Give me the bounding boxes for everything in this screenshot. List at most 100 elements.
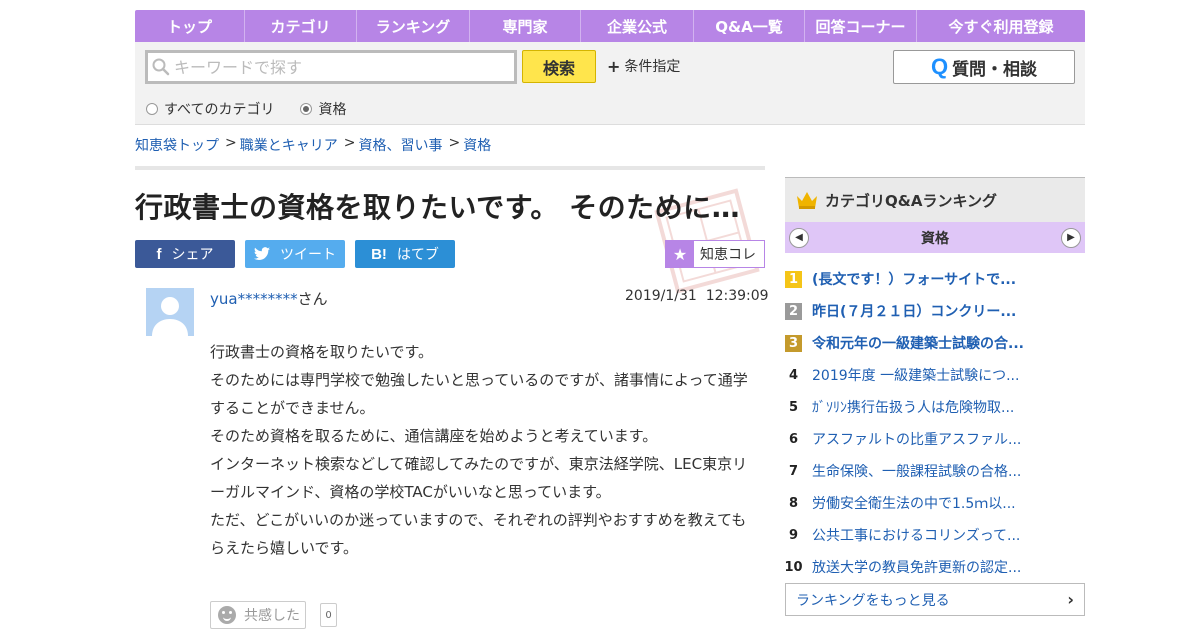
twitter-share-button[interactable]: ツイート	[245, 240, 345, 268]
question-body-line: 行政書士の資格を取りたいです。	[210, 343, 434, 361]
ranking-item[interactable]: 6 アスファルトの比重アスファル...	[785, 423, 1085, 455]
empathy-button[interactable]: 共感した	[210, 601, 306, 629]
rank-number: 9	[788, 527, 799, 543]
crown-icon	[797, 192, 817, 209]
more-ranking-link[interactable]: ランキングをもっと見る ›	[785, 583, 1085, 616]
chiekore-button[interactable]: ★ 知恵コレ	[665, 240, 765, 268]
nav-item-experts[interactable]: 専門家	[470, 10, 581, 42]
author-name-link[interactable]: yua********	[210, 290, 298, 308]
ranking-list: 1 (長文です！）フォーサイトで... 2 昨日(７月２１日）コンクリー... 3令…	[784, 263, 1085, 583]
ask-question-label: 質問・相談	[952, 59, 1038, 80]
radio-all-categories[interactable]: すべてのカテゴリ	[146, 99, 274, 119]
question-body: 行政書士の資格を取りたいです。 そのためには専門学校で勉強したいと思っているので…	[210, 338, 755, 562]
nav-item-register[interactable]: 今すぐ利用登録	[917, 10, 1085, 42]
question-date: 2019/1/31	[625, 288, 697, 304]
breadcrumb-item-qualification[interactable]: 資格	[463, 135, 491, 155]
empathy-count: 0	[320, 603, 337, 627]
rank-number: 4	[788, 367, 799, 383]
ranking-item-link[interactable]: アスファルトの比重アスファル...	[812, 429, 1021, 449]
ranking-item-link[interactable]: 2019年度 一級建築士試験につ...	[812, 365, 1019, 385]
facebook-icon: f	[156, 245, 162, 263]
twitter-share-label: ツイート	[280, 247, 336, 263]
ranking-item[interactable]: 4 2019年度 一級建築士試験につ...	[785, 359, 1085, 391]
breadcrumb: 知恵袋トップ > 職業とキャリア > 資格、習い事 > 資格	[135, 135, 491, 155]
twitter-bird-icon	[254, 247, 270, 261]
share-buttons: f シェア ツイート B! はてブ	[135, 240, 465, 268]
ranking-item[interactable]: 5 ｶﾞｿﾘﾝ携行缶扱う人は危険物取...	[785, 391, 1085, 423]
search-field-wrapper	[145, 50, 517, 84]
chiekore-label: 知恵コレ	[700, 247, 756, 263]
global-nav: トップ カテゴリ ランキング 専門家 企業公式 Q&A一覧 回答コーナー 今すぐ…	[135, 10, 1085, 42]
nav-item-category[interactable]: カテゴリ	[245, 10, 357, 42]
chevron-right-icon: ▶	[1067, 232, 1075, 243]
radio-checked-icon	[300, 103, 313, 115]
condition-label: 条件指定	[624, 59, 681, 75]
facebook-share-label: シェア	[171, 247, 214, 263]
ranking-item[interactable]: 1 (長文です！）フォーサイトで...	[785, 263, 1085, 295]
search-button[interactable]: 検索	[522, 50, 596, 83]
ask-question-button[interactable]: Q 質問・相談	[893, 50, 1075, 84]
ranking-item-link[interactable]: 昨日(７月２１日）コンクリー...	[812, 301, 1016, 321]
ranking-category-bar: ◀ 資格 ▶	[785, 222, 1085, 253]
question-title: 行政書士の資格を取りたいです。 そのために…	[135, 191, 741, 224]
ranking-item-link[interactable]: 生命保険、一般課程試験の合格...	[812, 461, 1021, 481]
nav-item-official[interactable]: 企業公式	[581, 10, 694, 42]
section-divider	[135, 166, 765, 170]
ranking-heading: カテゴリQ&Aランキング	[785, 177, 1085, 222]
ranking-item-link[interactable]: 労働安全衛生法の中で1.5ｍ以...	[812, 493, 1016, 513]
hatena-share-label: はてブ	[396, 247, 439, 263]
rank-number: 7	[788, 463, 799, 479]
breadcrumb-separator-icon: >	[225, 135, 237, 151]
q-logo-icon: Q	[930, 54, 949, 79]
chevron-left-icon: ◀	[795, 232, 803, 243]
breadcrumb-separator-icon: >	[343, 135, 356, 151]
more-ranking-label: ランキングをもっと見る	[796, 592, 950, 609]
next-category-button[interactable]: ▶	[1061, 227, 1081, 248]
default-user-avatar-icon	[146, 288, 194, 336]
ranking-item-link[interactable]: ｶﾞｿﾘﾝ携行缶扱う人は危険物取...	[812, 397, 1014, 417]
ranking-item-link[interactable]: 令和元年の一級建築士試験の合...	[812, 333, 1024, 353]
nav-item-ranking[interactable]: ランキング	[357, 10, 470, 42]
question-timestamp: 2019/1/31 12:39:09	[625, 288, 769, 304]
chevron-right-icon: ›	[1067, 590, 1074, 609]
nav-item-qa-list[interactable]: Q&A一覧	[694, 10, 805, 42]
question-body-line: そのため資格を取るために、通信講座を始めようと考えています。	[210, 427, 658, 445]
ranking-item-link[interactable]: (長文です！）フォーサイトで...	[812, 269, 1016, 289]
breadcrumb-item-career[interactable]: 職業とキャリア	[240, 135, 338, 155]
question-body-line: インターネット検索などして確認してみたのですが、東京法経学院、LEC東京リーガル…	[210, 455, 748, 501]
rank-number: 8	[788, 495, 799, 511]
search-bar: 検索 + 条件指定 Q 質問・相談 すべてのカテゴリ 資格	[135, 42, 1085, 125]
condition-link[interactable]: + 条件指定	[607, 56, 680, 76]
breadcrumb-item-top[interactable]: 知恵袋トップ	[135, 135, 219, 155]
ranking-item-link[interactable]: 公共工事におけるコリンズって...	[812, 525, 1020, 545]
rank-number: 1	[785, 270, 802, 288]
question-time: 12:39:09	[705, 288, 769, 304]
ranking-heading-label: カテゴリQ&Aランキング	[825, 191, 997, 210]
nav-item-answer-corner[interactable]: 回答コーナー	[805, 10, 917, 42]
hatena-bookmark-button[interactable]: B! はてブ	[355, 240, 455, 268]
nav-item-top[interactable]: トップ	[135, 10, 245, 42]
ranking-item-link[interactable]: 放送大学の教員免許更新の認定...	[812, 557, 1021, 577]
question-body-line: ただ、どこがいいのか迷っていますので、それぞれの評判やおすすめを教えてもらえたら…	[210, 511, 747, 557]
ranking-item[interactable]: 3 令和元年の一級建築士試験の合...	[785, 327, 1085, 359]
radio-circle-icon	[146, 103, 158, 115]
breadcrumb-item-lessons[interactable]: 資格、習い事	[358, 135, 442, 155]
search-input[interactable]	[174, 57, 504, 77]
category-ranking-panel: カテゴリQ&Aランキング ◀ 資格 ▶ 1 (長文です！）フォーサイトで... 2…	[784, 177, 1085, 583]
rank-number: 3	[785, 334, 802, 352]
question-author: yua********さん	[210, 288, 328, 309]
facebook-share-button[interactable]: f シェア	[135, 240, 235, 268]
prev-category-button[interactable]: ◀	[789, 227, 809, 248]
radio-current-category[interactable]: 資格	[300, 99, 346, 119]
empathy-label: 共感した	[244, 608, 300, 624]
rank-number: 10	[784, 559, 803, 575]
hatena-b-icon: B!	[371, 245, 387, 263]
ranking-item[interactable]: 10 放送大学の教員免許更新の認定...	[784, 551, 1085, 583]
ranking-item[interactable]: 8 労働安全衛生法の中で1.5ｍ以...	[785, 487, 1085, 519]
ranking-item[interactable]: 7 生命保険、一般課程試験の合格...	[785, 455, 1085, 487]
ranking-item[interactable]: 2 昨日(７月２１日）コンクリー...	[785, 295, 1085, 327]
author-honorific: さん	[297, 290, 328, 308]
breadcrumb-separator-icon: >	[448, 135, 461, 151]
avatar	[146, 288, 194, 336]
ranking-item[interactable]: 9 公共工事におけるコリンズって...	[785, 519, 1085, 551]
